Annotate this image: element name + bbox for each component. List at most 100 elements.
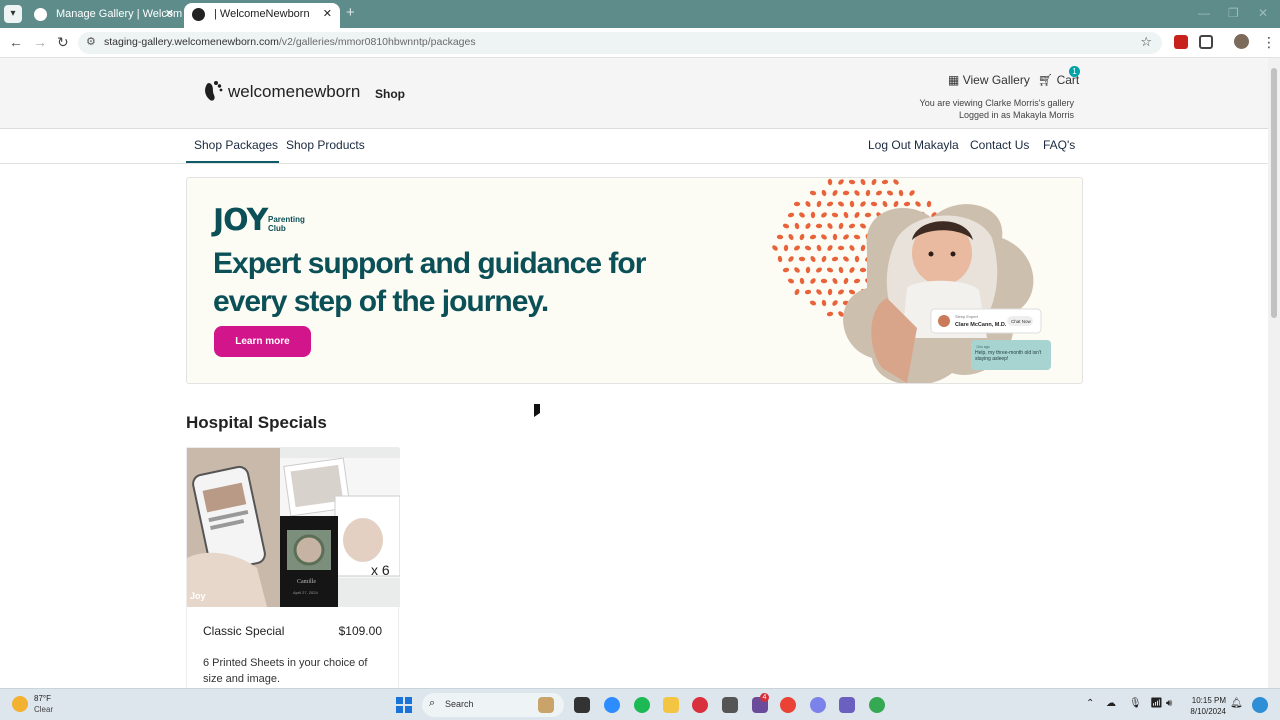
tab-title: Manage Gallery | WelcomeNew bbox=[56, 8, 182, 20]
window-close-icon[interactable]: ✕ bbox=[1258, 6, 1268, 20]
search-icon: ⌕ bbox=[429, 697, 436, 709]
app-icon[interactable] bbox=[722, 697, 738, 713]
baby-photo-illustration: Sleep Expert Clare McCann, M.D. Chat Now… bbox=[772, 178, 1051, 383]
forward-icon[interactable]: → bbox=[33, 34, 47, 50]
product-card[interactable]: Camille April 27, 2024 x 6 Joy Classic S… bbox=[186, 447, 400, 692]
chrome-app-icon[interactable] bbox=[780, 697, 796, 713]
logged-in-text: Logged in as Makayla Morris bbox=[958, 110, 1074, 120]
new-tab-icon[interactable]: + bbox=[346, 4, 355, 22]
decorative-dot bbox=[827, 245, 833, 251]
learn-more-button[interactable]: Learn more bbox=[214, 326, 311, 357]
settings-gear-icon[interactable] bbox=[810, 697, 826, 713]
logo-text[interactable]: welcomenewborn bbox=[228, 82, 360, 102]
viewing-text: You are viewing Clarke Morris's gallery bbox=[919, 98, 1074, 108]
product-name[interactable]: Classic Special bbox=[203, 624, 284, 638]
decorative-dot bbox=[805, 223, 811, 229]
print-date: April 27, 2024 bbox=[293, 590, 318, 595]
tab-shop-packages[interactable]: Shop Packages bbox=[194, 138, 278, 152]
decorative-dot bbox=[816, 289, 822, 295]
profile-avatar[interactable] bbox=[1234, 34, 1249, 49]
volume-icon[interactable]: 🔊︎ bbox=[1166, 698, 1172, 709]
decorative-dot bbox=[805, 266, 811, 274]
view-gallery-link[interactable]: ▦ View Gallery bbox=[948, 73, 1030, 87]
scrollbar-thumb[interactable] bbox=[1271, 68, 1277, 318]
chat-role: Sleep Expert bbox=[955, 314, 979, 319]
decorative-dot bbox=[794, 288, 800, 296]
decorative-dot bbox=[854, 190, 860, 196]
chat-message: Help, my three-month old isn't staying a… bbox=[975, 350, 1042, 362]
search-label: Search bbox=[445, 699, 474, 709]
footprint-logo-icon[interactable] bbox=[203, 80, 223, 102]
bookmark-star-icon[interactable]: ☆ bbox=[1140, 34, 1152, 50]
contact-us-link[interactable]: Contact Us bbox=[970, 138, 1029, 152]
decorative-dot bbox=[809, 234, 817, 240]
faqs-link[interactable]: FAQ's bbox=[1043, 138, 1075, 152]
system-clock[interactable]: 10:15 PM 8/10/2024 bbox=[1186, 695, 1226, 717]
zoom-app-icon[interactable] bbox=[604, 697, 620, 713]
weather-condition[interactable]: Clear bbox=[34, 705, 53, 714]
tab-shop-products[interactable]: Shop Products bbox=[286, 138, 365, 152]
shop-link[interactable]: Shop bbox=[375, 87, 405, 101]
copilot-icon[interactable] bbox=[1252, 697, 1268, 713]
close-icon[interactable]: ✕ bbox=[165, 3, 174, 26]
app-icon[interactable] bbox=[839, 697, 855, 713]
site-info-icon[interactable]: ⚙ bbox=[86, 35, 96, 48]
decorative-dot bbox=[827, 178, 833, 186]
maximize-icon[interactable]: ❐ bbox=[1228, 6, 1239, 20]
show-hidden-icons-icon[interactable]: ⌃ bbox=[1086, 698, 1094, 709]
address-bar[interactable]: ⚙ staging-gallery.welcomenewborn.com/v2/… bbox=[78, 32, 1162, 54]
weather-temperature[interactable]: 87°F bbox=[34, 694, 51, 703]
file-explorer-icon[interactable] bbox=[663, 697, 679, 713]
product-image[interactable]: Camille April 27, 2024 x 6 Joy bbox=[187, 448, 400, 607]
cloud-sync-icon[interactable]: ☁ bbox=[1106, 698, 1116, 709]
notification-bell-icon[interactable]: 🔔︎ bbox=[1230, 698, 1243, 709]
decorative-dot bbox=[799, 233, 805, 241]
reload-icon[interactable]: ↻ bbox=[57, 34, 69, 51]
minimize-icon[interactable]: — bbox=[1198, 6, 1210, 20]
decorative-dot bbox=[832, 278, 838, 284]
weather-moon-icon[interactable] bbox=[12, 696, 28, 712]
product-description: 6 Printed Sheets in your choice of size … bbox=[203, 657, 368, 685]
tab-manage-gallery[interactable]: Manage Gallery | WelcomeNew ✕ bbox=[26, 3, 182, 28]
decorative-dot bbox=[794, 245, 800, 251]
decorative-dot bbox=[832, 233, 838, 241]
decorative-dot bbox=[838, 289, 844, 295]
tab-search-button[interactable]: ▾ bbox=[4, 5, 22, 23]
decorative-dot bbox=[843, 256, 849, 262]
decorative-dot bbox=[831, 212, 839, 218]
decorative-dot bbox=[842, 190, 850, 196]
task-view-icon[interactable] bbox=[574, 697, 590, 713]
app-icon[interactable] bbox=[692, 697, 708, 713]
site-header: welcomenewborn Shop ▦ View Gallery 🛒︎ Ca… bbox=[0, 58, 1268, 129]
microphone-icon[interactable]: 🎙︎ bbox=[1129, 698, 1142, 709]
decorative-dot bbox=[853, 278, 861, 284]
log-out-link[interactable]: Log Out Makayla bbox=[868, 138, 959, 152]
decorative-dot bbox=[848, 289, 856, 295]
decorative-dot bbox=[838, 179, 844, 185]
decorative-dot bbox=[832, 190, 838, 196]
decorative-dot bbox=[893, 179, 899, 185]
wifi-icon[interactable]: 📶︎ bbox=[1150, 698, 1163, 709]
pdf-extension-icon[interactable] bbox=[1174, 35, 1188, 49]
joy-logo-subtitle: Parenting Club bbox=[268, 215, 305, 233]
favicon-icon bbox=[192, 8, 205, 21]
decorative-dot bbox=[772, 245, 778, 251]
decorative-dot bbox=[893, 200, 899, 208]
decorative-dot bbox=[821, 189, 827, 197]
chrome-profile-app-icon[interactable] bbox=[869, 697, 885, 713]
cart-count-badge: 1 bbox=[1069, 66, 1080, 77]
decorative-dot bbox=[882, 200, 888, 208]
joy-promo-banner[interactable]: JOY Parenting Club Expert support and gu… bbox=[186, 177, 1083, 384]
back-icon[interactable]: ← bbox=[9, 34, 23, 50]
tab-welcomenewborn[interactable]: | WelcomeNewborn ✕ bbox=[184, 3, 340, 28]
chat-now-button: Chat Now bbox=[1011, 319, 1032, 324]
decorative-dot bbox=[815, 223, 823, 229]
more-menu-icon[interactable]: ⋮ bbox=[1262, 34, 1276, 51]
widget-animal-icon[interactable] bbox=[538, 697, 554, 713]
spotify-app-icon[interactable] bbox=[634, 697, 650, 713]
close-icon[interactable]: ✕ bbox=[323, 3, 332, 26]
decorative-dot bbox=[903, 201, 911, 207]
decorative-dot bbox=[826, 311, 834, 317]
windows-start-icon[interactable] bbox=[396, 697, 412, 713]
extensions-puzzle-icon[interactable] bbox=[1199, 35, 1213, 49]
